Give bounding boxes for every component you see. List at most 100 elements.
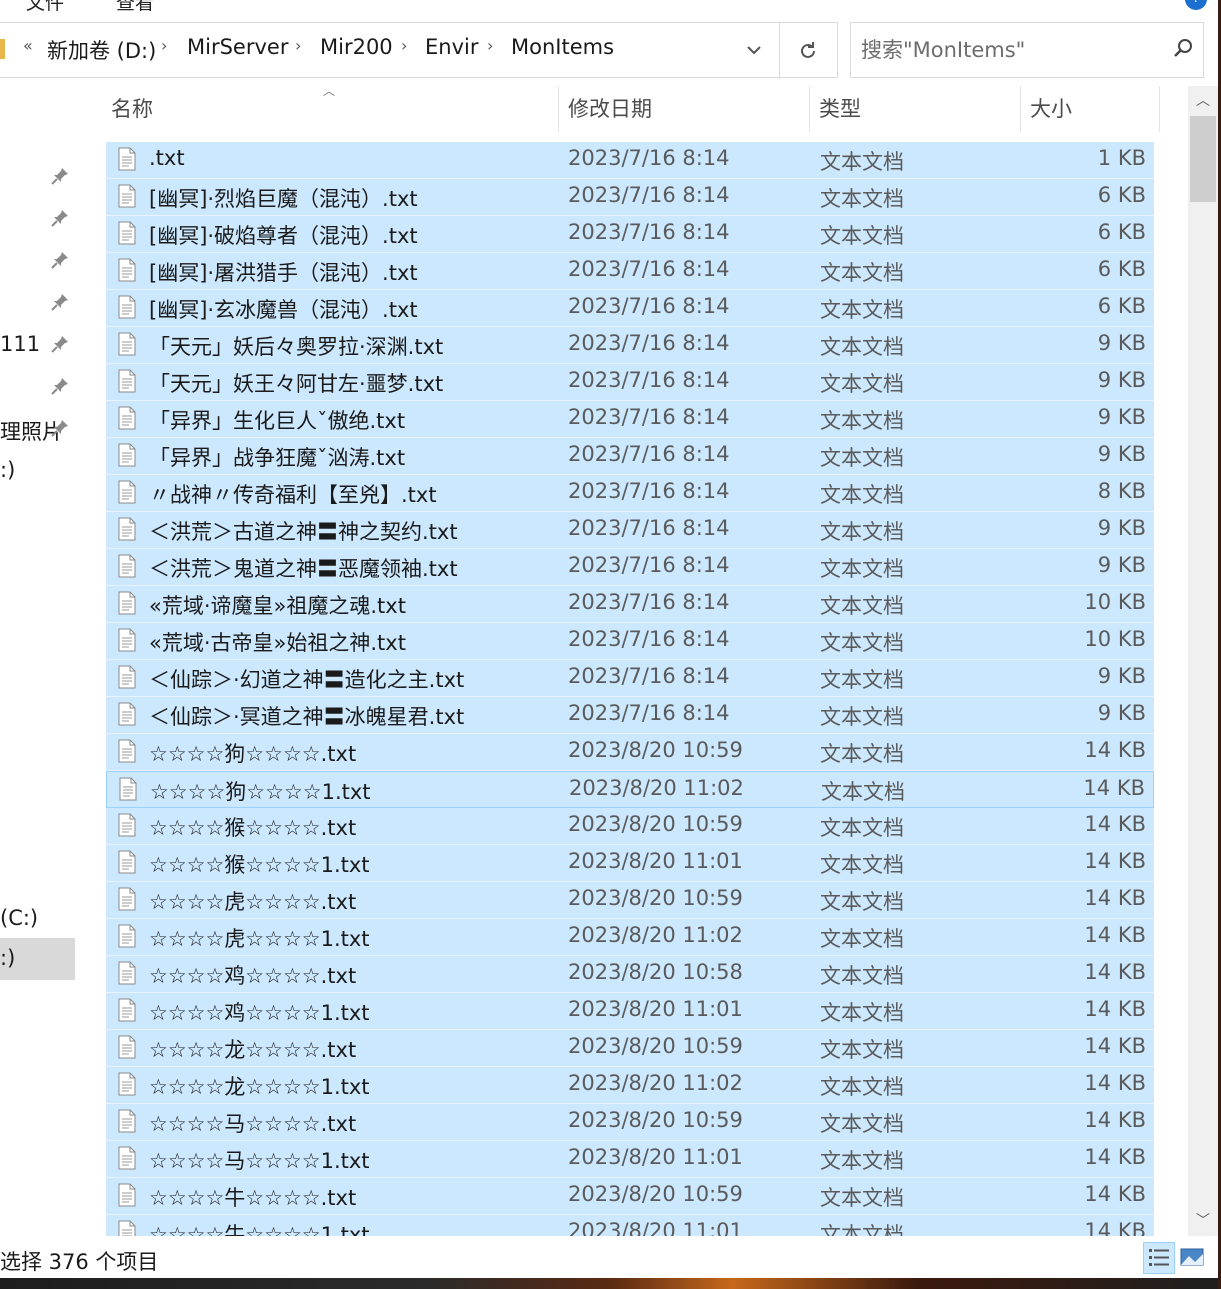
file-name[interactable]: ☆☆☆☆虎☆☆☆☆.txt [149, 886, 356, 916]
pin-icon[interactable] [50, 250, 70, 270]
scroll-down-icon[interactable]: ﹀ [1188, 1206, 1218, 1236]
file-name[interactable]: ☆☆☆☆鸡☆☆☆☆.txt [149, 960, 356, 990]
nav-item-drive-d[interactable]: :) [0, 946, 15, 970]
search-box[interactable] [850, 22, 1204, 78]
file-row[interactable]: .txt 2023/7/16 8:14 文本文档 1 KB [106, 142, 1154, 179]
pin-icon[interactable] [50, 418, 70, 438]
file-row[interactable]: ＜洪荒＞鬼道之神〓恶魔领袖.txt 2023/7/16 8:14 文本文档 9 KB [106, 549, 1154, 586]
file-row[interactable]: ☆☆☆☆狗☆☆☆☆1.txt 2023/8/20 11:02 文本文档 14 KB [106, 771, 1154, 808]
column-date[interactable]: 修改日期 [563, 86, 809, 132]
column-type[interactable]: 类型 [814, 86, 1020, 132]
file-name[interactable]: [幽冥]·玄冰魔兽（混沌）.txt [149, 294, 418, 324]
address-bar[interactable]: « 新加卷 (D:) › MirServer › Mir200 › Envir … [0, 22, 838, 79]
file-name[interactable]: 「异界」生化巨人ˇ傲绝.txt [149, 405, 405, 435]
file-row[interactable]: ☆☆☆☆龙☆☆☆☆.txt 2023/8/20 10:59 文本文档 14 KB [106, 1030, 1154, 1067]
vertical-scrollbar[interactable]: ︿ ﹀ [1188, 86, 1218, 1236]
file-name[interactable]: ☆☆☆☆狗☆☆☆☆.txt [149, 738, 356, 768]
file-row[interactable]: ☆☆☆☆狗☆☆☆☆.txt 2023/8/20 10:59 文本文档 14 KB [106, 734, 1154, 771]
breadcrumb-overflow[interactable]: « [23, 36, 33, 55]
file-row[interactable]: 「天元」妖王々阿甘左·噩梦.txt 2023/7/16 8:14 文本文档 9 KB [106, 364, 1154, 401]
file-name[interactable]: «荒域·谛魔皇»祖魔之魂.txt [149, 590, 406, 620]
file-row[interactable]: ☆☆☆☆龙☆☆☆☆1.txt 2023/8/20 11:02 文本文档 14 KB [106, 1067, 1154, 1104]
file-row[interactable]: «荒域·谛魔皇»祖魔之魂.txt 2023/7/16 8:14 文本文档 10 KB [106, 586, 1154, 623]
column-divider[interactable] [1020, 86, 1021, 132]
file-row[interactable]: ☆☆☆☆鸡☆☆☆☆.txt 2023/8/20 10:58 文本文档 14 KB [106, 956, 1154, 993]
file-name[interactable]: ＜仙踪＞·冥道之神〓冰魄星君.txt [149, 701, 464, 731]
pin-icon[interactable] [50, 334, 70, 354]
breadcrumb-mir200[interactable]: Mir200 [320, 35, 393, 59]
ribbon-tab-file[interactable]: 文件 [26, 0, 64, 15]
breadcrumb-drive[interactable]: 新加卷 (D:) [47, 35, 156, 65]
file-row[interactable]: 〃战神〃传奇福利【至兇】.txt 2023/7/16 8:14 文本文档 8 KB [106, 475, 1154, 512]
details-view-button[interactable] [1143, 1242, 1175, 1274]
file-row[interactable]: 「异界」生化巨人ˇ傲绝.txt 2023/7/16 8:14 文本文档 9 KB [106, 401, 1154, 438]
file-row[interactable]: ☆☆☆☆马☆☆☆☆.txt 2023/8/20 10:59 文本文档 14 KB [106, 1104, 1154, 1141]
refresh-button[interactable] [779, 23, 835, 79]
pin-icon[interactable] [50, 208, 70, 228]
file-row[interactable]: ☆☆☆☆鸡☆☆☆☆1.txt 2023/8/20 11:01 文本文档 14 KB [106, 993, 1154, 1030]
file-name[interactable]: [幽冥]·破焰尊者（混沌）.txt [149, 220, 418, 250]
scrollbar-thumb[interactable] [1190, 116, 1216, 202]
file-name[interactable]: .txt [149, 146, 185, 170]
file-name[interactable]: ☆☆☆☆猴☆☆☆☆1.txt [149, 849, 370, 879]
file-name[interactable]: ☆☆☆☆龙☆☆☆☆1.txt [149, 1071, 370, 1101]
search-input[interactable] [861, 35, 1161, 65]
pin-icon[interactable] [50, 292, 70, 312]
pin-icon[interactable] [50, 166, 70, 186]
file-row[interactable]: ☆☆☆☆虎☆☆☆☆.txt 2023/8/20 10:59 文本文档 14 KB [106, 882, 1154, 919]
file-name[interactable]: ＜洪荒＞鬼道之神〓恶魔领袖.txt [149, 553, 458, 583]
column-name[interactable]: 名称 [106, 86, 558, 132]
file-name[interactable]: ＜仙踪＞·幻道之神〓造化之主.txt [149, 664, 464, 694]
column-divider[interactable] [558, 86, 559, 132]
breadcrumb-monitems[interactable]: MonItems [511, 35, 614, 59]
file-name[interactable]: «荒域·古帝皇»始祖之神.txt [149, 627, 406, 657]
file-name[interactable]: ☆☆☆☆马☆☆☆☆.txt [149, 1108, 356, 1138]
file-row[interactable]: ☆☆☆☆牛☆☆☆☆.txt 2023/8/20 10:59 文本文档 14 KB [106, 1178, 1154, 1215]
search-icon[interactable] [1171, 37, 1195, 61]
file-row[interactable]: «荒域·古帝皇»始祖之神.txt 2023/7/16 8:14 文本文档 10 KB [106, 623, 1154, 660]
file-row[interactable]: ☆☆☆☆马☆☆☆☆1.txt 2023/8/20 11:01 文本文档 14 KB [106, 1141, 1154, 1178]
file-name[interactable]: ＜洪荒＞古道之神〓神之契约.txt [149, 516, 458, 546]
file-name[interactable]: ☆☆☆☆鸡☆☆☆☆1.txt [149, 997, 370, 1027]
nav-item-111[interactable]: 111 [0, 332, 40, 356]
ribbon-tab-view[interactable]: 查看 [116, 0, 154, 15]
file-name[interactable]: ☆☆☆☆虎☆☆☆☆1.txt [149, 923, 370, 953]
chevron-right-icon[interactable]: › [161, 36, 167, 55]
file-name[interactable]: ☆☆☆☆牛☆☆☆☆1.txt [149, 1219, 370, 1236]
file-row[interactable]: [幽冥]·屠洪猎手（混沌）.txt 2023/7/16 8:14 文本文档 6 KB [106, 253, 1154, 290]
column-divider[interactable] [809, 86, 810, 132]
file-name[interactable]: [幽冥]·烈焰巨魔（混沌）.txt [149, 183, 418, 213]
file-name[interactable]: ☆☆☆☆猴☆☆☆☆.txt [149, 812, 356, 842]
nav-item-drive[interactable]: :) [0, 458, 15, 482]
file-row[interactable]: ＜仙踪＞·冥道之神〓冰魄星君.txt 2023/7/16 8:14 文本文档 9 KB [106, 697, 1154, 734]
file-row[interactable]: [幽冥]·玄冰魔兽（混沌）.txt 2023/7/16 8:14 文本文档 6 KB [106, 290, 1154, 327]
file-name[interactable]: ☆☆☆☆牛☆☆☆☆.txt [149, 1182, 356, 1212]
scroll-up-icon[interactable]: ︿ [1188, 86, 1218, 116]
file-row[interactable]: ☆☆☆☆猴☆☆☆☆1.txt 2023/8/20 11:01 文本文档 14 KB [106, 845, 1154, 882]
file-name[interactable]: 「异界」战争狂魔ˇ汹涛.txt [149, 442, 405, 472]
file-name[interactable]: 〃战神〃传奇福利【至兇】.txt [149, 479, 437, 509]
file-name[interactable]: 「天元」妖王々阿甘左·噩梦.txt [149, 368, 443, 398]
nav-item-selected[interactable]: :) [0, 938, 75, 980]
breadcrumb-mirserver[interactable]: MirServer [187, 35, 288, 59]
chevron-right-icon[interactable]: › [295, 36, 301, 55]
file-row[interactable]: ☆☆☆☆猴☆☆☆☆.txt 2023/8/20 10:59 文本文档 14 KB [106, 808, 1154, 845]
column-size[interactable]: 大小 [1025, 86, 1159, 132]
file-row[interactable]: ☆☆☆☆牛☆☆☆☆1.txt 2023/8/20 11:01 文本文档 14 KB [106, 1215, 1154, 1236]
file-name[interactable]: 「天元」妖后々奥罗拉·深渊.txt [149, 331, 443, 361]
tiles-view-button[interactable] [1177, 1242, 1209, 1274]
file-name[interactable]: [幽冥]·屠洪猎手（混沌）.txt [149, 257, 418, 287]
nav-item-drive-c[interactable]: (C:) [0, 906, 38, 930]
file-row[interactable]: ☆☆☆☆虎☆☆☆☆1.txt 2023/8/20 11:02 文本文档 14 KB [106, 919, 1154, 956]
file-row[interactable]: ＜仙踪＞·幻道之神〓造化之主.txt 2023/7/16 8:14 文本文档 9 KB [106, 660, 1154, 697]
chevron-right-icon[interactable]: › [401, 36, 407, 55]
file-row[interactable]: 「天元」妖后々奥罗拉·深渊.txt 2023/7/16 8:14 文本文档 9 KB [106, 327, 1154, 364]
chevron-down-icon[interactable] [741, 37, 767, 63]
help-icon[interactable]: ? [1185, 0, 1207, 10]
column-divider[interactable] [1159, 86, 1160, 132]
chevron-right-icon[interactable]: › [487, 36, 493, 55]
breadcrumb-envir[interactable]: Envir [425, 35, 478, 59]
file-name[interactable]: ☆☆☆☆狗☆☆☆☆1.txt [150, 776, 371, 806]
file-row[interactable]: 「异界」战争狂魔ˇ汹涛.txt 2023/7/16 8:14 文本文档 9 KB [106, 438, 1154, 475]
file-row[interactable]: [幽冥]·烈焰巨魔（混沌）.txt 2023/7/16 8:14 文本文档 6 KB [106, 179, 1154, 216]
